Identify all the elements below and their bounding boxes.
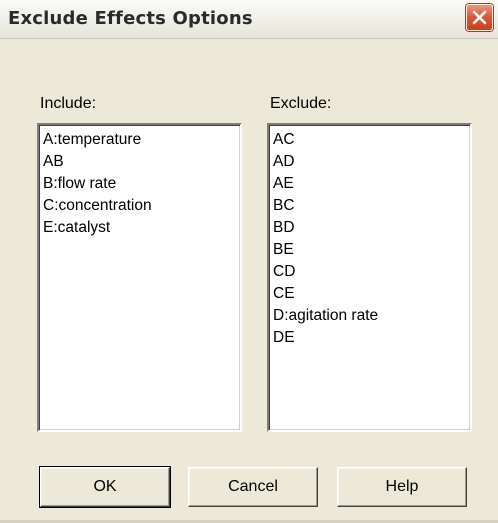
list-item[interactable]: AB: [43, 151, 240, 173]
include-list: A:temperature AB B:flow rate C:concentratio…: [39, 125, 240, 239]
help-button[interactable]: Help: [337, 467, 467, 507]
include-listbox[interactable]: A:temperature AB B:flow rate C:concentratio…: [37, 123, 242, 432]
list-item[interactable]: A:temperature: [43, 129, 240, 151]
exclude-effects-dialog: Exclude Effects Options Include: A:tempe…: [0, 0, 498, 523]
cancel-button[interactable]: Cancel: [188, 467, 318, 507]
close-icon: [472, 10, 487, 25]
list-item[interactable]: AD: [273, 151, 470, 173]
list-item[interactable]: CD: [273, 261, 470, 283]
close-button[interactable]: [466, 4, 493, 31]
list-item[interactable]: BD: [273, 217, 470, 239]
title-bar[interactable]: Exclude Effects Options: [0, 0, 498, 39]
ok-button[interactable]: OK: [39, 466, 171, 508]
list-item[interactable]: AE: [273, 173, 470, 195]
exclude-list: AC AD AE BC BD BE CD CE D:agitation rate DE: [269, 125, 470, 349]
list-item[interactable]: BC: [273, 195, 470, 217]
include-label: Include:: [40, 95, 97, 112]
list-item[interactable]: BE: [273, 239, 470, 261]
list-item[interactable]: B:flow rate: [43, 173, 240, 195]
list-item[interactable]: E:catalyst: [43, 217, 240, 239]
list-item[interactable]: DE: [273, 327, 470, 349]
list-item[interactable]: CE: [273, 283, 470, 305]
exclude-listbox[interactable]: AC AD AE BC BD BE CD CE D:agitation rate DE: [267, 123, 472, 432]
exclude-label: Exclude:: [270, 95, 332, 112]
dialog-title: Exclude Effects Options: [8, 8, 253, 29]
list-item[interactable]: AC: [273, 129, 470, 151]
list-item[interactable]: D:agitation rate: [273, 305, 470, 327]
list-item[interactable]: C:concentration: [43, 195, 240, 217]
